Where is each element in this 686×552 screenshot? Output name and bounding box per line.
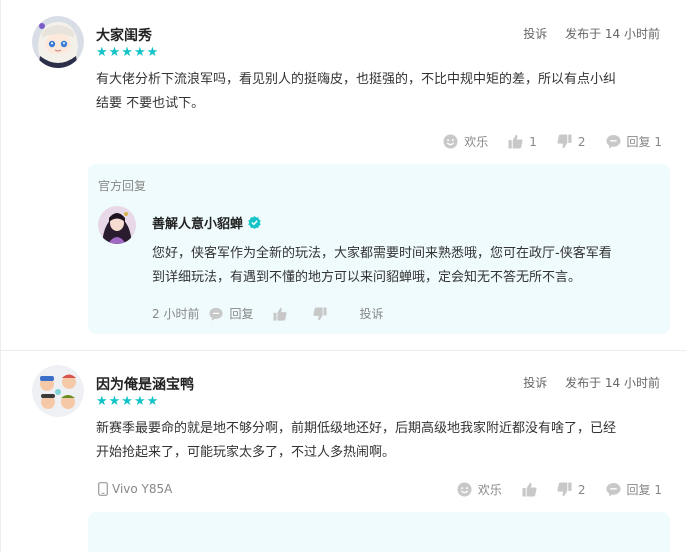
comment-meta: 投诉 发布于 14 小时前 <box>509 25 660 42</box>
comment-meta: 投诉 发布于 14 小时前 <box>509 374 660 391</box>
comment-actions: 欢乐 2 回复 1 <box>457 481 662 498</box>
dislike-count: 2 <box>577 134 586 149</box>
username[interactable]: 大家闺秀 <box>96 25 152 45</box>
smile-icon <box>457 482 472 497</box>
official-dislike-button[interactable] <box>313 306 328 321</box>
smile-icon <box>443 134 458 149</box>
official-name-row: 善解人意小貂蝉 <box>152 213 261 232</box>
username[interactable]: 因为俺是涵宝鸭 <box>96 374 194 394</box>
report-link[interactable]: 投诉 <box>523 27 547 41</box>
like-count: 1 <box>529 134 537 149</box>
thumbs-down-icon <box>313 306 328 320</box>
reply-time: 2 小时前 <box>152 307 200 321</box>
comment-text: 新赛季最要命的就是地不够分啊，前期低级地还好，后期高级地我家附近都没有啥了，已经… <box>96 421 617 460</box>
official-reply-actions: 2 小时前 回复 投诉 <box>152 305 383 322</box>
joy-button[interactable]: 欢乐 <box>457 481 502 498</box>
thumbs-up-icon <box>508 134 523 149</box>
official-reply: 官方回复 善解人意小貂蝉 您好，侠客军作为全新的玩法，大家都需要时间来熟悉哦，您… <box>88 164 670 334</box>
official-like-button[interactable] <box>273 307 288 321</box>
reply-button[interactable]: 回复 1 <box>606 133 662 150</box>
thumbs-up-icon <box>522 482 537 497</box>
official-reply-title: 官方回复 <box>98 179 147 193</box>
official-report-link[interactable]: 投诉 <box>359 305 383 322</box>
comment-text: 有大佬分析下流浪军吗，看见别人的挺嗨皮，也挺强的，不比中规中矩的差，所以有点小纠… <box>96 72 617 111</box>
device-name: Vivo Y85A <box>112 482 173 496</box>
official-reply-text: 您好，侠客军作为全新的玩法，大家都需要时间来熟悉哦，您可在政厅-侠客军看 到详细… <box>152 246 612 285</box>
dislike-button[interactable]: 2 <box>557 134 586 149</box>
joy-label: 欢乐 <box>477 483 502 497</box>
dislike-button[interactable]: 2 <box>557 482 586 497</box>
rating-stars: ★★★★★ <box>96 45 160 60</box>
post-time: 发布于 14 小时前 <box>565 27 660 41</box>
avatar[interactable] <box>32 16 84 68</box>
rating-stars: ★★★★★ <box>96 394 160 409</box>
joy-button[interactable]: 欢乐 <box>443 133 488 150</box>
official-reply-partial <box>88 512 670 552</box>
thumbs-up-icon <box>273 307 288 321</box>
phone-icon <box>98 482 108 496</box>
thumbs-down-icon <box>557 482 572 497</box>
dislike-count: 2 <box>577 482 586 497</box>
official-reply-label: 回复 <box>229 307 254 321</box>
official-avatar[interactable] <box>98 206 136 244</box>
reply-label: 回复 1 <box>626 135 662 149</box>
verified-badge-icon <box>248 216 261 229</box>
avatar[interactable] <box>32 365 84 417</box>
device-info: Vivo Y85A <box>98 482 172 496</box>
official-name[interactable]: 善解人意小貂蝉 <box>152 213 243 232</box>
reply-button[interactable]: 回复 1 <box>606 481 662 498</box>
comment-divider <box>0 350 686 351</box>
comment-bubble-icon <box>606 482 621 497</box>
joy-label: 欢乐 <box>464 135 489 149</box>
reply-label: 回复 1 <box>626 483 662 497</box>
official-reply-button[interactable]: 回复 <box>209 305 253 322</box>
comment-bubble-icon <box>606 134 621 149</box>
comment-card-1: 大家闺秀 ★★★★★ 投诉 发布于 14 小时前 有大佬分析下流浪军吗，看见别人… <box>0 0 686 348</box>
report-link[interactable]: 投诉 <box>523 376 547 390</box>
like-button[interactable] <box>522 482 537 497</box>
post-time: 发布于 14 小时前 <box>565 376 660 390</box>
comment-actions: 欢乐 1 2 回复 1 <box>443 133 662 150</box>
like-button[interactable]: 1 <box>508 134 537 149</box>
comment-bubble-icon <box>209 307 224 321</box>
thumbs-down-icon <box>557 134 572 149</box>
